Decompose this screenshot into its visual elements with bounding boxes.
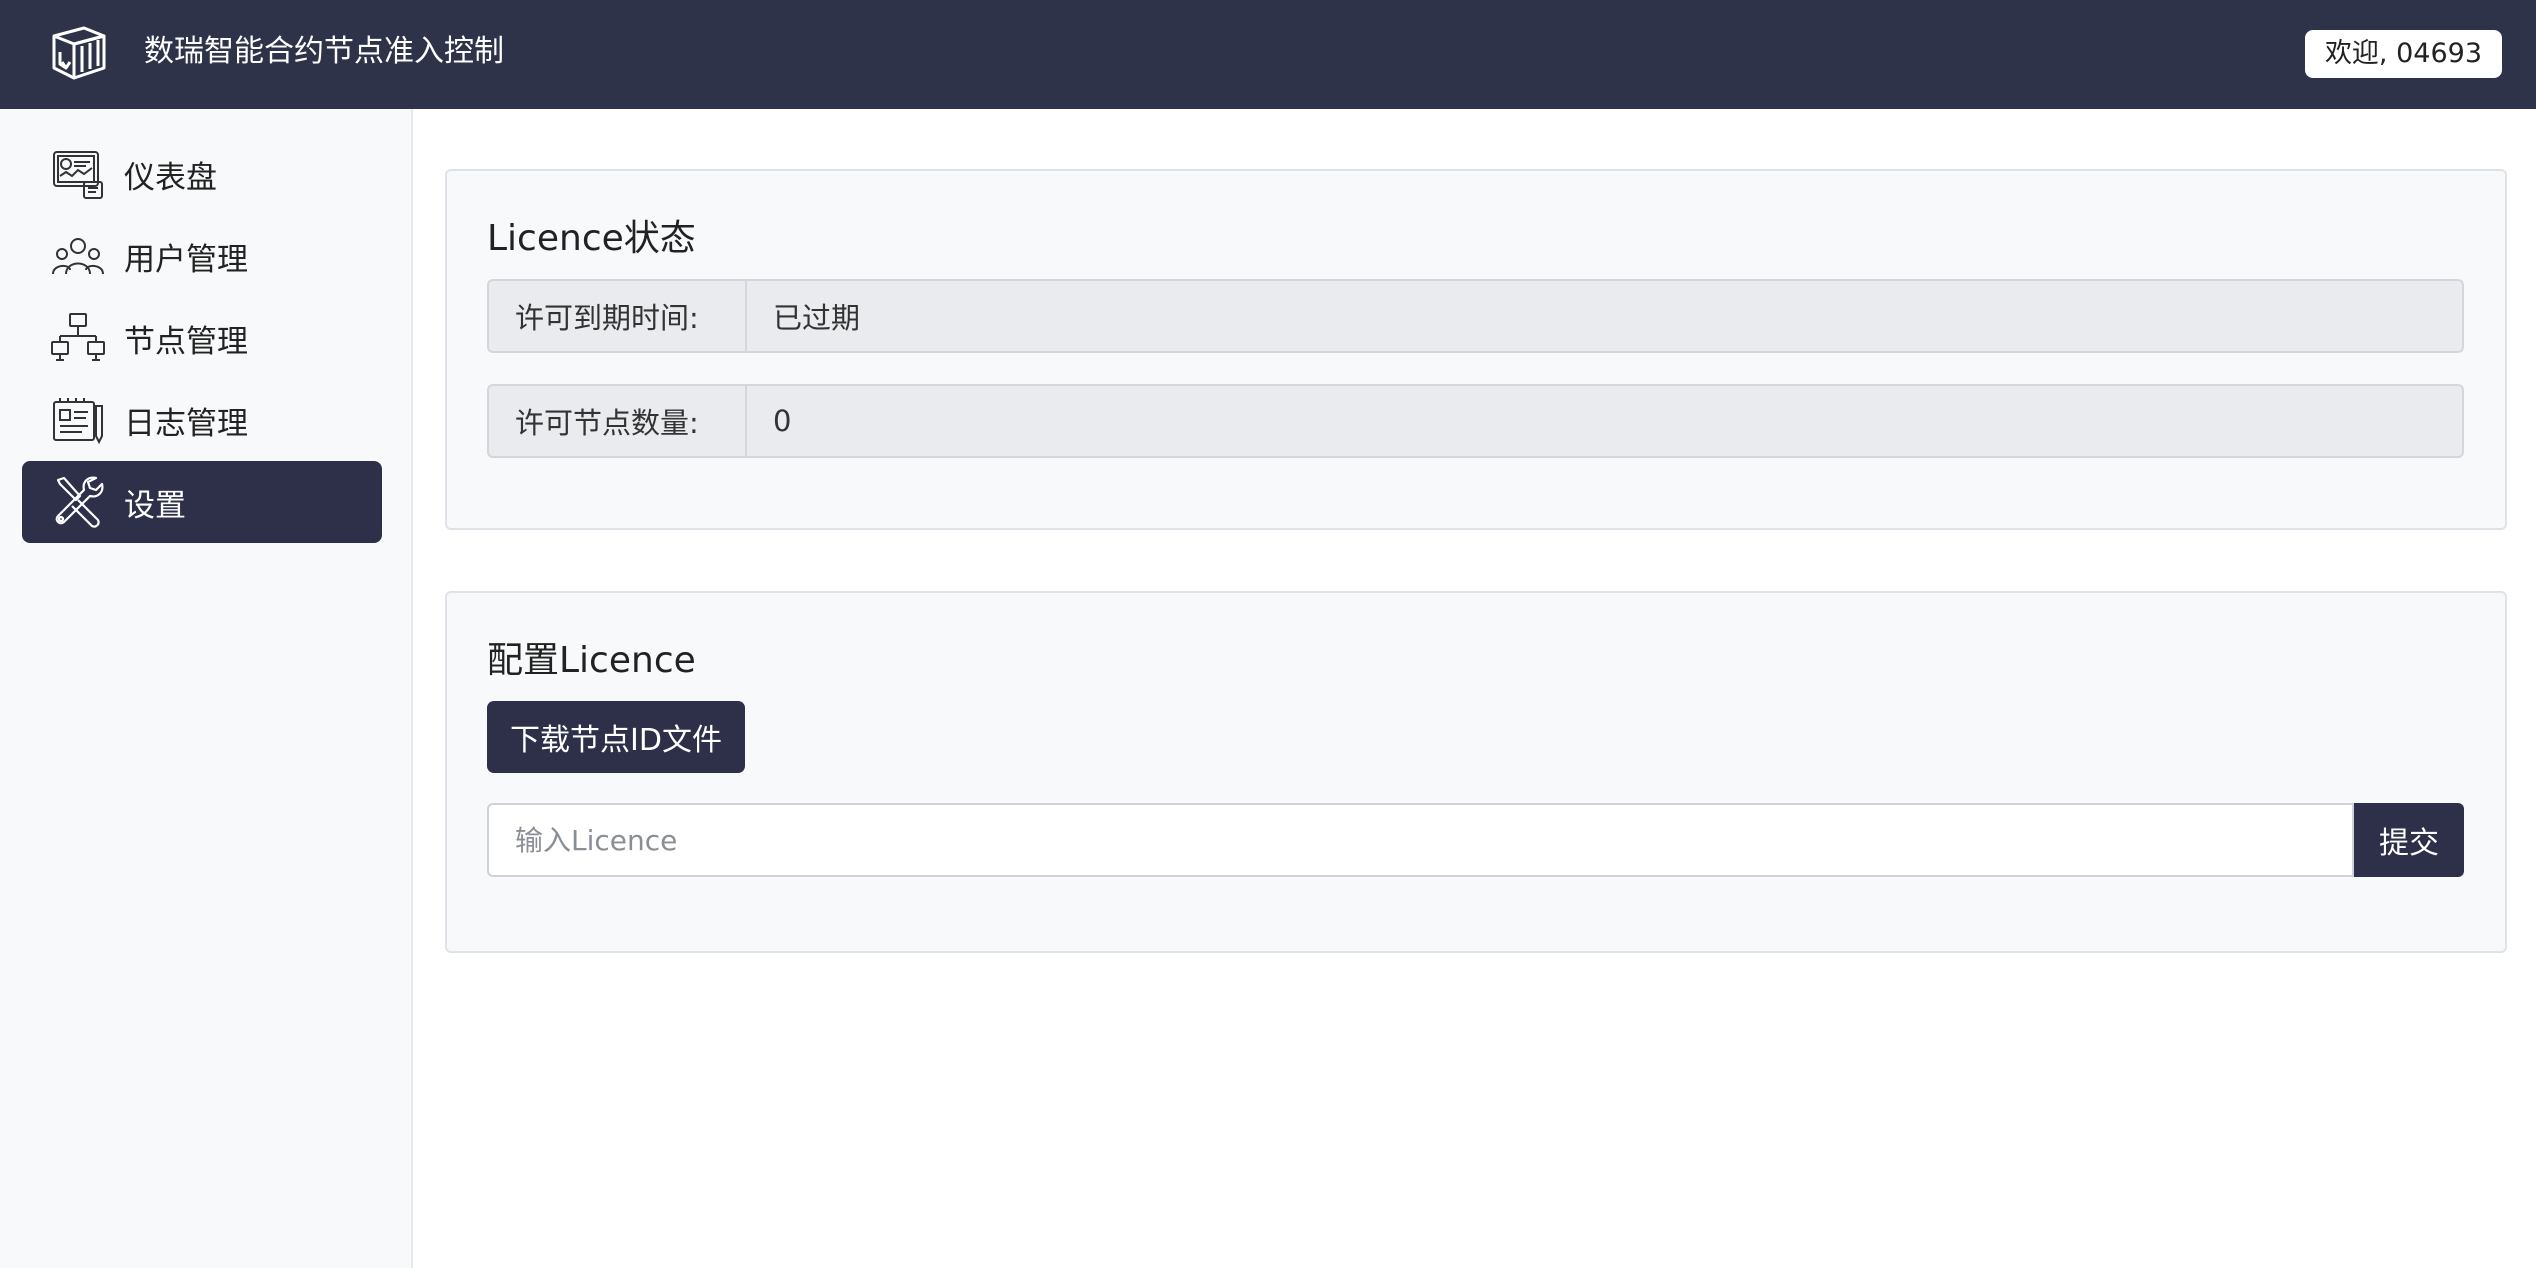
sidebar-item-label: 日志管理 [124, 405, 248, 442]
licence-status-title: Licence状态 [487, 218, 696, 259]
sidebar-item-label: 用户管理 [124, 241, 248, 278]
dashboard-icon [53, 151, 103, 199]
sidebar-item-settings[interactable]: 设置 [22, 461, 382, 543]
log-icon [53, 398, 103, 445]
licence-input[interactable] [487, 803, 2354, 877]
tools-icon [55, 476, 104, 528]
sidebar-item-dashboard[interactable]: 仪表盘 [22, 133, 382, 215]
licence-config-title: 配置Licence [487, 640, 696, 681]
user-welcome-badge[interactable]: 欢迎, 04693 [2304, 30, 2502, 78]
submit-button[interactable]: 提交 [2354, 803, 2464, 877]
network-icon [51, 313, 105, 361]
main-content: Licence状态 许可到期时间: 已过期 许可节点数量: 0 配置Licenc… [413, 109, 2536, 1268]
licence-config-card: 配置Licence 下载节点ID文件 提交 [445, 591, 2507, 953]
expiry-value: 已过期 [773, 301, 861, 335]
sidebar-item-users[interactable]: 用户管理 [22, 215, 382, 297]
sidebar-item-nodes[interactable]: 节点管理 [22, 297, 382, 379]
sidebar-item-logs[interactable]: 日志管理 [22, 379, 382, 461]
node-count-value: 0 [773, 404, 792, 438]
sidebar-item-label: 仪表盘 [124, 159, 217, 196]
node-count-label: 许可节点数量: [489, 386, 747, 456]
users-icon [52, 238, 104, 275]
expiry-row: 许可到期时间: 已过期 [487, 279, 2464, 353]
licence-status-card: Licence状态 许可到期时间: 已过期 许可节点数量: 0 [445, 169, 2507, 530]
app-title: 数瑞智能合约节点准入控制 [144, 34, 504, 69]
expiry-label: 许可到期时间: [489, 281, 747, 351]
sidebar: 仪表盘 用户管理 节点管理 日志管理 设置 [0, 109, 413, 1268]
sidebar-item-label: 节点管理 [124, 323, 248, 360]
node-count-row: 许可节点数量: 0 [487, 384, 2464, 458]
download-node-id-button[interactable]: 下载节点ID文件 [487, 701, 745, 773]
top-navbar: 数瑞智能合约节点准入控制 欢迎, 04693 [0, 0, 2536, 109]
box-logo-icon[interactable] [48, 22, 110, 84]
sidebar-item-label: 设置 [124, 487, 186, 524]
